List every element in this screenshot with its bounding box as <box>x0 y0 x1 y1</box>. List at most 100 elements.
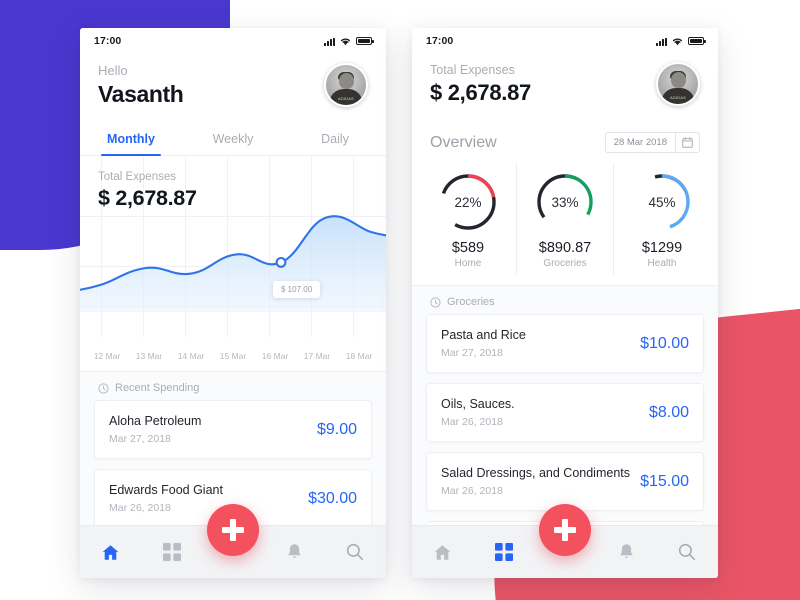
status-icon-group <box>655 37 706 46</box>
donut-label: Groceries <box>543 258 587 269</box>
donut-card-home[interactable]: 22% $589 Home <box>420 163 516 275</box>
nav-home[interactable] <box>80 526 141 578</box>
nav-grid[interactable] <box>473 526 534 578</box>
donut-amount: $890.87 <box>538 240 592 256</box>
clock-icon <box>98 382 109 394</box>
donut-label: Home <box>454 258 482 269</box>
date-picker[interactable]: 28 Mar 2018 <box>604 132 700 153</box>
status-bar: 17:00 <box>80 28 386 54</box>
avatar-head <box>338 73 354 89</box>
tab-daily[interactable]: Daily <box>284 122 386 155</box>
calendar-button[interactable] <box>675 133 699 152</box>
list-item-title: Oils, Sauces. <box>441 397 515 411</box>
overview-title: Overview <box>430 133 497 151</box>
x-tick: 17 Mar <box>303 351 331 361</box>
nav-notifications[interactable] <box>596 526 657 578</box>
section-title: Recent Spending <box>115 382 200 394</box>
add-button[interactable] <box>207 504 259 556</box>
donut-chart: 45% <box>631 171 693 233</box>
donut-card-groceries[interactable]: 33% $890.87 Groceries <box>516 163 614 275</box>
list-item[interactable]: Oils, Sauces. Mar 26, 2018 $8.00 <box>426 383 704 442</box>
chart-label: Total Expenses <box>98 171 176 183</box>
donut-chart: 33% <box>534 171 596 233</box>
list-item-date: Mar 26, 2018 <box>109 502 171 514</box>
chart-amount: $ 2,678.87 <box>98 186 197 210</box>
grid-icon <box>162 543 181 561</box>
nav-home[interactable] <box>412 526 473 578</box>
wifi-icon <box>672 37 683 46</box>
donut-label: Health <box>647 258 677 269</box>
plus-icon-bar-v <box>230 519 236 541</box>
chart-x-axis: 12 Mar 13 Mar 14 Mar 15 Mar 16 Mar 17 Ma… <box>80 351 386 361</box>
clock-icon <box>430 296 441 308</box>
tab-monthly[interactable]: Monthly <box>80 122 182 156</box>
phone-screen-dashboard: 17:00 Hello Vasanth ADIDAS Monthly Weekl… <box>80 28 386 578</box>
search-icon <box>347 543 364 561</box>
chart-summary: Total Expenses $ 2,678.87 <box>80 169 386 212</box>
nav-search[interactable] <box>657 526 718 578</box>
donut-card-health[interactable]: 45% $1299 Health <box>614 163 710 275</box>
bell-icon <box>620 543 633 558</box>
list-item-date: Mar 26, 2018 <box>441 485 503 497</box>
add-button[interactable] <box>539 504 591 556</box>
total-expenses-amount: $ 2,678.87 <box>430 80 531 105</box>
list-item-info: Pasta and Rice Mar 27, 2018 <box>441 326 526 361</box>
dashboard-header: Hello Vasanth ADIDAS <box>80 54 386 122</box>
home-icon <box>102 544 119 560</box>
x-tick: 13 Mar <box>135 351 163 361</box>
search-icon <box>679 543 696 561</box>
user-name: Vasanth <box>98 81 184 107</box>
tab-weekly[interactable]: Weekly <box>182 122 284 155</box>
nav-notifications[interactable] <box>264 526 325 578</box>
avatar[interactable]: ADIDAS <box>324 63 368 107</box>
x-tick: 16 Mar <box>261 351 289 361</box>
list-item-date: Mar 27, 2018 <box>109 433 171 445</box>
plus-icon-bar-v <box>562 519 568 541</box>
list-item-amount: $9.00 <box>316 420 357 438</box>
donut-chart: 22% <box>437 171 499 233</box>
list-item-amount: $10.00 <box>640 334 689 352</box>
donut-percent: 22% <box>454 194 482 210</box>
donut-percent: 45% <box>648 194 676 210</box>
nav-grid[interactable] <box>141 526 202 578</box>
list-item[interactable]: Salad Dressings, and Condiments Mar 26, … <box>426 452 704 511</box>
x-tick: 12 Mar <box>93 351 121 361</box>
donut-percent: 33% <box>551 194 579 210</box>
expenses-chart-card: Total Expenses $ 2,678.87 $ 107.00 12 Ma… <box>80 156 386 372</box>
list-item-info: Salad Dressings, and Condiments Mar 26, … <box>441 464 630 499</box>
list-item-info: Aloha Petroleum Mar 27, 2018 <box>109 412 201 447</box>
period-tabs: Monthly Weekly Daily <box>80 122 386 156</box>
donut-amount: $589 <box>451 240 485 256</box>
bell-icon <box>288 543 301 558</box>
list-item[interactable]: Pasta and Rice Mar 27, 2018 $10.00 <box>426 314 704 373</box>
bottom-navigation <box>412 504 718 578</box>
battery-icon <box>688 37 706 45</box>
date-picker-value[interactable]: 28 Mar 2018 <box>606 133 675 152</box>
signal-icon <box>655 37 667 46</box>
canvas: 17:00 Hello Vasanth ADIDAS Monthly Weekl… <box>0 0 800 600</box>
list-item-title: Salad Dressings, and Condiments <box>441 466 630 480</box>
x-tick: 18 Mar <box>345 351 373 361</box>
x-tick: 15 Mar <box>219 351 247 361</box>
nav-search[interactable] <box>325 526 386 578</box>
battery-icon <box>356 37 374 45</box>
calendar-icon <box>682 137 693 148</box>
groceries-list[interactable]: Pasta and Rice Mar 27, 2018 $10.00 Oils,… <box>412 314 718 525</box>
list-item-date: Mar 27, 2018 <box>441 347 503 359</box>
list-item-amount: $30.00 <box>308 489 357 507</box>
phone-screen-overview: 17:00 Total Expenses $ 2,678.87 ADIDAS O… <box>412 28 718 578</box>
avatar-logo-text: ADIDAS <box>669 95 687 100</box>
home-icon <box>434 544 451 560</box>
groceries-section-header: Groceries <box>412 286 718 314</box>
avatar[interactable]: ADIDAS <box>656 62 700 106</box>
greeting-text: Hello <box>98 63 128 78</box>
status-bar: 17:00 <box>412 28 718 54</box>
list-item[interactable]: Aloha Petroleum Mar 27, 2018 $9.00 <box>94 400 372 459</box>
category-donuts: 22% $589 Home 33% $890.87 Groceries 45% … <box>412 161 718 286</box>
signal-icon <box>323 37 335 46</box>
grid-icon <box>494 543 513 561</box>
chart-tooltip: $ 107.00 <box>273 281 321 299</box>
list-item-title: Pasta and Rice <box>441 328 526 342</box>
avatar-head <box>670 72 686 88</box>
list-item-info: Oils, Sauces. Mar 26, 2018 <box>441 395 515 430</box>
